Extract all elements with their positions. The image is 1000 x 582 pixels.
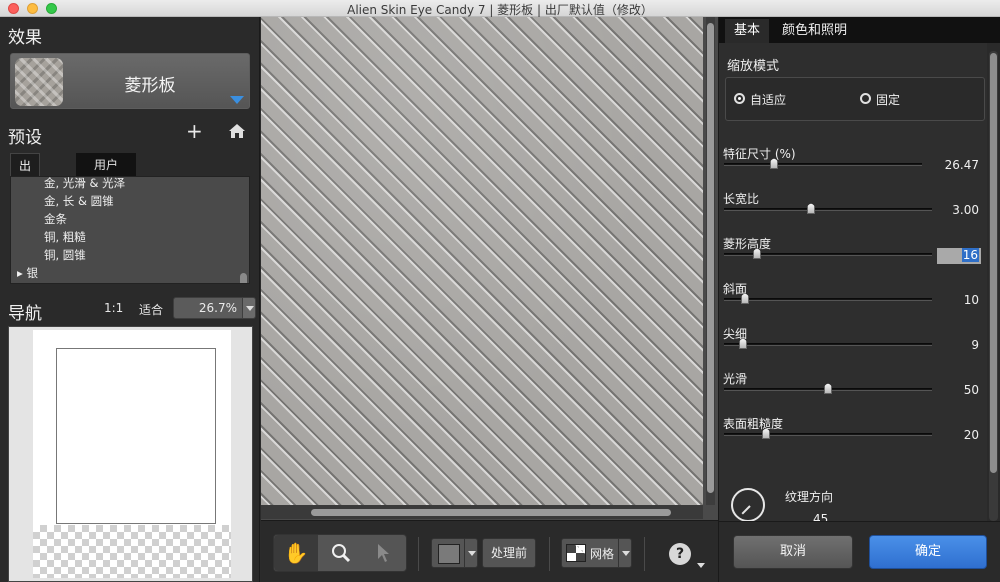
presets-section-title: 预设 xyxy=(8,128,42,148)
slider-track[interactable] xyxy=(724,433,932,436)
preset-group-label: 银 xyxy=(26,266,38,280)
navigator-preview[interactable] xyxy=(8,326,253,582)
preview-vertical-scrollbar[interactable] xyxy=(706,17,715,505)
pointer-tool-icon[interactable] xyxy=(362,535,406,571)
scale-mode-title: 缩放模式 xyxy=(727,59,780,74)
slider-thumb[interactable] xyxy=(824,383,832,394)
background-color-dropdown[interactable] xyxy=(464,538,478,568)
parameters-scrollbar[interactable] xyxy=(989,51,998,521)
settings-tab-bar: 基本 颜色和照明 xyxy=(719,17,1000,43)
toolbar-divider xyxy=(644,537,645,571)
toolbar-divider xyxy=(418,537,419,571)
grid-button[interactable]: 网格 xyxy=(561,538,619,568)
dialog-buttons: 取消 确定 xyxy=(719,521,1000,582)
slider-value: 50 xyxy=(963,383,979,397)
scale-mode-group: 自适应 固定 xyxy=(725,77,985,121)
zoom-dropdown-button[interactable] xyxy=(242,297,256,319)
list-item[interactable]: 铜, 圆锥 xyxy=(44,247,86,263)
effect-selector[interactable]: 菱形板 xyxy=(10,53,250,109)
slider-value: 10 xyxy=(963,293,979,307)
slider-value-selection: 16 xyxy=(961,248,979,262)
effect-name: 菱形板 xyxy=(124,76,176,96)
scrollbar-thumb[interactable] xyxy=(311,509,671,516)
tool-group: ✋ xyxy=(273,534,407,572)
slider-label: 菱形高度 xyxy=(723,237,772,251)
slider-label: 特征尺寸 (%) xyxy=(723,147,796,161)
effect-section-title: 效果 xyxy=(8,28,42,48)
radio-adaptive[interactable] xyxy=(734,93,745,104)
effect-thumbnail xyxy=(15,58,63,106)
slider-label: 表面粗糙度 xyxy=(723,417,784,431)
slider-track[interactable] xyxy=(724,163,922,166)
window-title: Alien Skin Eye Candy 7 | 菱形板 | 出厂默认值（修改） xyxy=(347,3,653,17)
grid-dropdown-button[interactable] xyxy=(618,538,632,568)
zoom-actual-size-button[interactable]: 1:1 xyxy=(104,301,123,315)
tab-user-presets[interactable]: 用户 xyxy=(76,153,136,177)
settings-panel: 基本 颜色和照明 缩放模式 自适应 固定 特征尺寸 (%) 26.47 长宽比 3.0… xyxy=(718,17,1000,582)
grid-label: 网格 xyxy=(590,547,615,561)
list-item[interactable]: 铜, 粗糙 xyxy=(44,229,86,245)
scrollbar-thumb[interactable] xyxy=(707,23,714,493)
navigator-transparency xyxy=(33,525,231,578)
preview-horizontal-scrollbar[interactable] xyxy=(261,505,703,519)
cancel-button[interactable]: 取消 xyxy=(733,535,853,569)
slider-value[interactable]: 16 xyxy=(937,248,981,264)
preset-list-scrollbar[interactable] xyxy=(240,273,247,283)
radio-adaptive-label[interactable]: 自适应 xyxy=(750,91,786,108)
home-icon[interactable] xyxy=(228,123,246,139)
zoom-level-field[interactable]: 26.7% xyxy=(173,297,243,319)
preview-toolbar: ✋ 处理前 网格 ? xyxy=(261,520,718,582)
grid-icon xyxy=(566,544,586,562)
preview-canvas[interactable] xyxy=(261,17,703,505)
slider-thumb[interactable] xyxy=(807,203,815,214)
list-item[interactable]: 金, 长 & 圆锥 xyxy=(44,193,114,209)
radio-fixed-label[interactable]: 固定 xyxy=(876,91,900,108)
texture-direction-label: 纹理方向 xyxy=(785,490,834,504)
navigator-header: 导航 1:1 适合 26.7% xyxy=(0,297,260,324)
dropdown-arrow-icon[interactable] xyxy=(230,96,244,104)
tab-color-lighting[interactable]: 颜色和照明 xyxy=(773,19,857,43)
hand-tool-icon[interactable]: ✋ xyxy=(274,535,318,571)
navigator-title: 导航 xyxy=(8,304,42,324)
tab-factory-presets[interactable]: 出厂设置 xyxy=(10,153,41,245)
preset-group-silver[interactable]: ▸ 银 xyxy=(17,265,38,281)
ok-button[interactable]: 确定 xyxy=(869,535,987,569)
preview-area: ✋ 处理前 网格 ? xyxy=(261,17,718,582)
before-button[interactable]: 处理前 xyxy=(482,538,536,568)
slider-value: 20 xyxy=(963,428,979,442)
help-icon[interactable]: ? xyxy=(669,543,691,565)
slider-track[interactable] xyxy=(724,208,932,211)
slider-value: 26.47 xyxy=(944,158,979,172)
slider-track[interactable] xyxy=(724,343,932,346)
navigator-view-frame[interactable] xyxy=(56,348,216,524)
zoom-fit-button[interactable]: 适合 xyxy=(139,301,163,318)
scrollbar-thumb[interactable] xyxy=(990,53,997,473)
radio-fixed[interactable] xyxy=(860,93,871,104)
texture-direction-dial[interactable] xyxy=(731,488,765,522)
help-dropdown-icon[interactable] xyxy=(697,563,705,568)
background-color-button[interactable] xyxy=(431,538,465,568)
slider-label: 光滑 xyxy=(723,372,748,386)
left-panel: 效果 菱形板 预设 + 出厂设置 用户 金, 光滑 & 光泽 金, 长 & 圆锥… xyxy=(0,17,260,582)
add-preset-icon[interactable]: + xyxy=(186,121,203,141)
list-item[interactable]: 金, 光滑 & 光泽 xyxy=(44,177,125,191)
preset-list: 金, 光滑 & 光泽 金, 长 & 圆锥 金条 铜, 粗糙 铜, 圆锥 ▸ 银 xyxy=(10,176,250,284)
zoom-tool-icon[interactable] xyxy=(319,535,363,571)
slider-value: 9 xyxy=(971,338,979,352)
parameters-area: 缩放模式 自适应 固定 特征尺寸 (%) 26.47 长宽比 3.00 菱形高度 16 斜面… xyxy=(719,43,987,526)
slider-label: 长宽比 xyxy=(723,192,760,206)
tab-basic[interactable]: 基本 xyxy=(725,19,770,43)
list-item[interactable]: 金条 xyxy=(44,211,67,227)
slider-value: 3.00 xyxy=(952,203,979,217)
title-bar: Alien Skin Eye Candy 7 | 菱形板 | 出厂默认值（修改） xyxy=(0,0,1000,17)
toolbar-divider xyxy=(549,537,550,571)
slider-track[interactable] xyxy=(724,298,932,301)
